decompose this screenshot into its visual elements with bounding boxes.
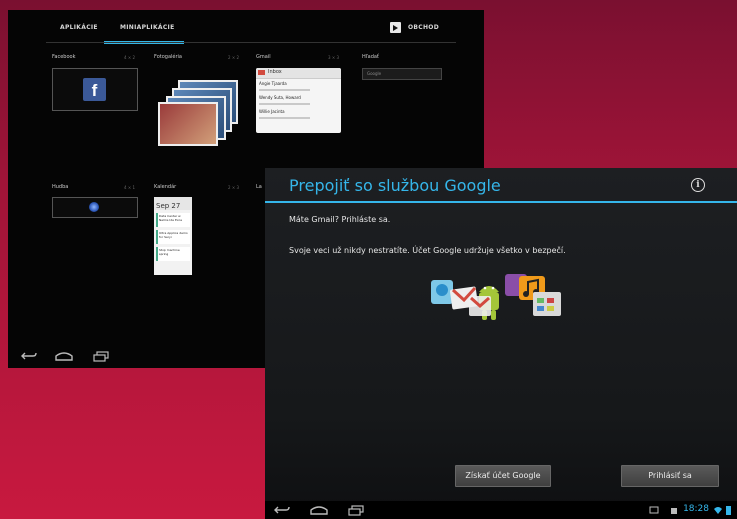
facebook-icon: f: [83, 78, 106, 101]
widget-title-partial: La: [256, 184, 262, 190]
gmail-inbox-label: Inbox: [268, 69, 282, 75]
widget-size: 2 × 2: [228, 55, 239, 60]
recent-apps-icon[interactable]: [92, 350, 110, 362]
widget-size: 3 × 3: [328, 55, 339, 60]
widget-title-search: Hľadať: [362, 54, 379, 60]
dialog-title: Prepojiť so službou Google: [289, 176, 501, 195]
android-icon: [671, 508, 677, 514]
wifi-icon: [714, 507, 722, 514]
calendar-date: Sep 27: [154, 197, 192, 210]
recent-apps-icon[interactable]: [347, 504, 365, 516]
system-nav-bar: 18:28: [265, 501, 737, 519]
home-icon[interactable]: [54, 350, 74, 362]
status-clock: 18:28: [683, 504, 709, 514]
gmail-widget[interactable]: Inbox Angie Tjaarda Wendy Suta, Howard W…: [256, 68, 341, 133]
calendar-event: Stop machine spring: [156, 247, 190, 261]
google-apps-illustration: [431, 274, 561, 320]
search-widget[interactable]: Google: [362, 68, 442, 80]
gmail-sender: Angie Tjaarda: [259, 81, 287, 86]
widget-title-gmail: Gmail: [256, 54, 271, 60]
widget-title-music: Hudba: [52, 184, 69, 190]
title-divider: [265, 201, 737, 203]
widget-title-gallery: Fotogaléria: [154, 54, 182, 60]
search-hint: Google: [367, 71, 382, 76]
info-icon[interactable]: i: [691, 178, 705, 192]
battery-icon: [726, 506, 731, 515]
tab-applications[interactable]: APLIKÁCIE: [60, 24, 98, 31]
tab-divider: [46, 42, 456, 43]
calendar-event: Ultra Applica demo for Seryi: [156, 230, 190, 244]
tab-bar: APLIKÁCIE MINIAPLIKÁCIE OBCHOD: [8, 10, 484, 50]
store-button[interactable]: OBCHOD: [408, 24, 439, 31]
dialog-line-1: Máte Gmail? Prihláste sa.: [289, 215, 391, 224]
widget-size: 4 × 2: [124, 55, 135, 60]
back-icon[interactable]: [273, 504, 291, 516]
calendar-widget[interactable]: Sep 27 Data Center w Nelms Ide Exce Ultr…: [154, 197, 192, 275]
gmail-sender: Willie Jacinta: [259, 109, 285, 114]
back-icon[interactable]: [20, 350, 38, 362]
widget-size: 4 × 1: [124, 185, 135, 190]
widget-title-calendar: Kalendár: [154, 184, 177, 190]
get-google-account-button[interactable]: Získať účet Google: [455, 465, 551, 487]
widget-title-facebook: Facebook: [52, 54, 76, 60]
music-icon: [89, 202, 99, 212]
sign-in-dialog-screen: Prepojiť so službou Google i Máte Gmail?…: [265, 168, 737, 519]
dialog-line-2: Svoje veci už nikdy nestratíte. Účet Goo…: [289, 246, 566, 255]
widget-size: 2 × 3: [228, 185, 239, 190]
sign-in-button[interactable]: Prihlásiť sa: [621, 465, 719, 487]
gmail-sender: Wendy Suta, Howard: [259, 95, 301, 100]
music-widget[interactable]: [52, 197, 138, 218]
calendar-event: Data Center w Nelms Ide Exce: [156, 213, 190, 227]
home-icon[interactable]: [309, 504, 329, 516]
photo-thumb: [158, 102, 218, 146]
facebook-widget[interactable]: f: [52, 68, 138, 111]
tab-widgets[interactable]: MINIAPLIKÁCIE: [120, 24, 174, 31]
gmail-icon: [258, 70, 265, 75]
screenshot-icon: [649, 506, 659, 514]
store-icon[interactable]: [390, 22, 401, 33]
